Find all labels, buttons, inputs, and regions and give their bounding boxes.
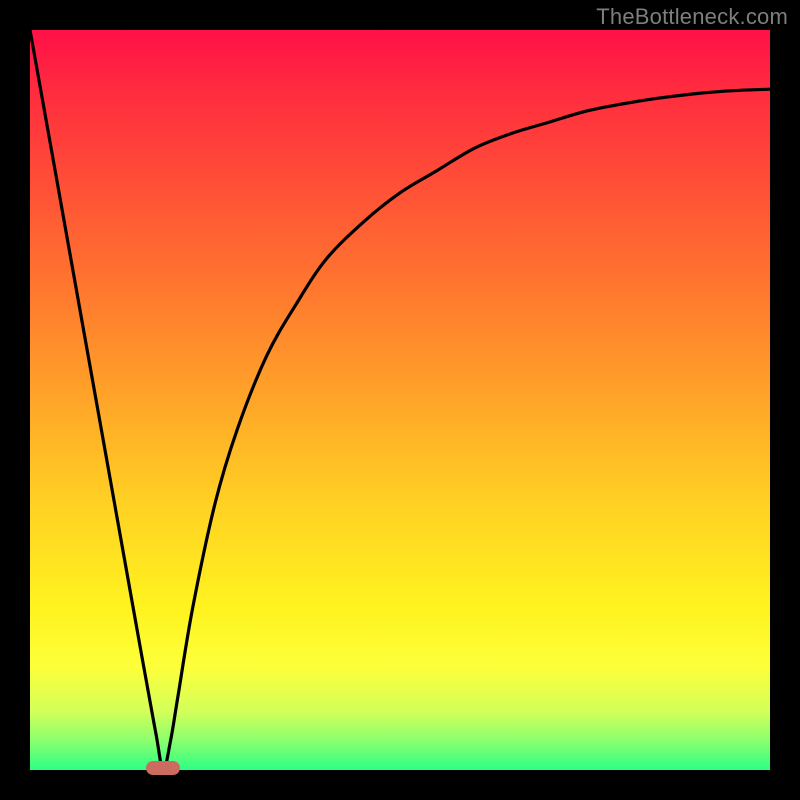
watermark-text: TheBottleneck.com [596, 4, 788, 30]
bottleneck-marker [146, 761, 180, 775]
chart-frame: TheBottleneck.com [0, 0, 800, 800]
bottleneck-curve [30, 30, 770, 770]
plot-area [30, 30, 770, 770]
